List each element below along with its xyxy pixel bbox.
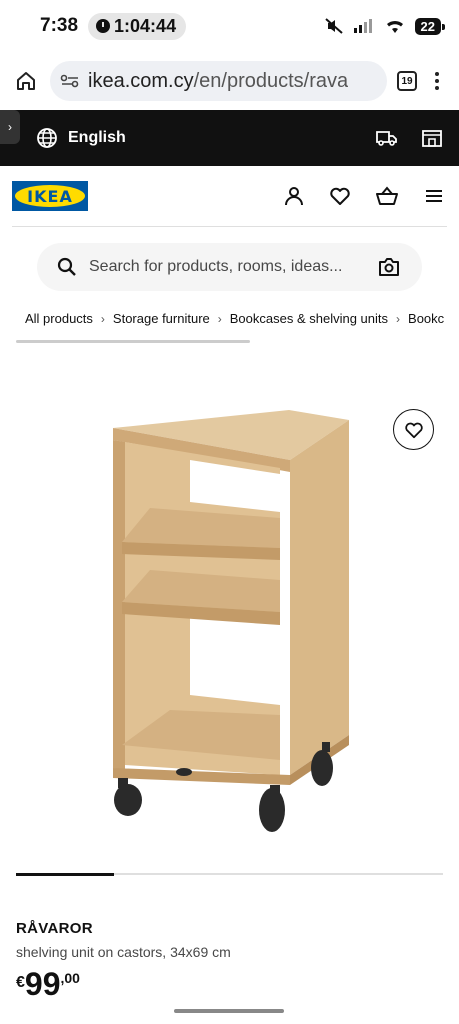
account-icon[interactable] — [283, 185, 305, 207]
camera-search-icon[interactable] — [378, 257, 400, 277]
price-currency: € — [16, 974, 25, 991]
top-utility-bar: › English — [0, 110, 459, 166]
utility-icons — [375, 128, 443, 148]
product-description: shelving unit on castors, 34x69 cm — [16, 944, 231, 960]
search-input[interactable]: Search for products, rooms, ideas... — [37, 243, 422, 291]
url-path: /en/products/rava — [193, 69, 349, 92]
clock: 7:38 — [40, 15, 79, 36]
logo-text: IKEA — [15, 185, 85, 207]
shopping-bag-icon[interactable] — [375, 185, 399, 207]
language-selector[interactable]: English — [36, 127, 126, 149]
breadcrumb: All products › Storage furniture › Bookc… — [0, 311, 459, 326]
browser-toolbar: ikea.com.cy/en/products/rava 19 — [0, 52, 459, 110]
status-bar: 7:38 1:04:44 22 — [0, 0, 459, 52]
product-price: € 99 ,00 — [16, 968, 80, 1000]
stopwatch-icon — [96, 19, 111, 33]
home-gesture-bar[interactable] — [174, 1009, 284, 1013]
search-placeholder: Search for products, rooms, ideas... — [89, 258, 343, 275]
search-container: Search for products, rooms, ideas... — [0, 227, 459, 291]
site-header: IKEA — [0, 166, 459, 226]
timer-text: 1:04:44 — [114, 15, 177, 36]
tab-switcher-button[interactable]: 19 — [397, 71, 417, 91]
side-panel-toggle[interactable]: › — [0, 110, 20, 144]
url-text[interactable]: ikea.com.cy/en/products/rava — [88, 70, 348, 93]
breadcrumb-item[interactable]: Storage furniture — [113, 311, 210, 326]
store-icon[interactable] — [421, 128, 443, 148]
breadcrumb-separator: › — [100, 311, 105, 326]
heart-icon — [404, 422, 423, 438]
battery-indicator: 22 — [414, 17, 446, 35]
browser-menu-icon[interactable] — [427, 72, 447, 90]
add-to-favourites-button[interactable] — [393, 409, 434, 450]
breadcrumb-separator: › — [217, 311, 222, 326]
globe-icon — [37, 128, 57, 148]
breadcrumb-item[interactable]: Bookc — [408, 311, 444, 326]
signal-icon — [353, 19, 372, 33]
home-icon[interactable] — [12, 70, 40, 92]
price-decimals: ,00 — [60, 970, 80, 986]
timer-pill: 1:04:44 — [88, 12, 187, 40]
favourites-icon[interactable] — [329, 185, 351, 207]
site-settings-icon[interactable] — [60, 73, 80, 89]
address-bar[interactable]: ikea.com.cy/en/products/rava — [50, 61, 387, 101]
product-name[interactable]: RÅVAROR — [16, 920, 93, 937]
search-icon — [57, 257, 76, 276]
price-integer: 99 — [24, 966, 61, 1002]
breadcrumb-item[interactable]: Bookcases & shelving units — [230, 311, 388, 326]
ikea-logo[interactable]: IKEA — [12, 181, 88, 211]
wifi-icon — [386, 20, 403, 33]
gallery-progress-indicator — [16, 873, 114, 876]
breadcrumb-item[interactable]: All products — [25, 311, 93, 326]
mute-icon — [324, 18, 343, 34]
breadcrumb-separator: › — [396, 311, 401, 326]
hamburger-menu-icon[interactable] — [423, 185, 445, 207]
status-icons: 22 — [324, 17, 446, 35]
delivery-truck-icon[interactable] — [375, 128, 399, 148]
language-label: English — [68, 129, 126, 146]
breadcrumb-scrollbar[interactable] — [16, 340, 250, 343]
url-domain: ikea.com.cy — [88, 69, 194, 92]
header-actions — [283, 185, 445, 207]
product-image[interactable] — [0, 380, 459, 850]
